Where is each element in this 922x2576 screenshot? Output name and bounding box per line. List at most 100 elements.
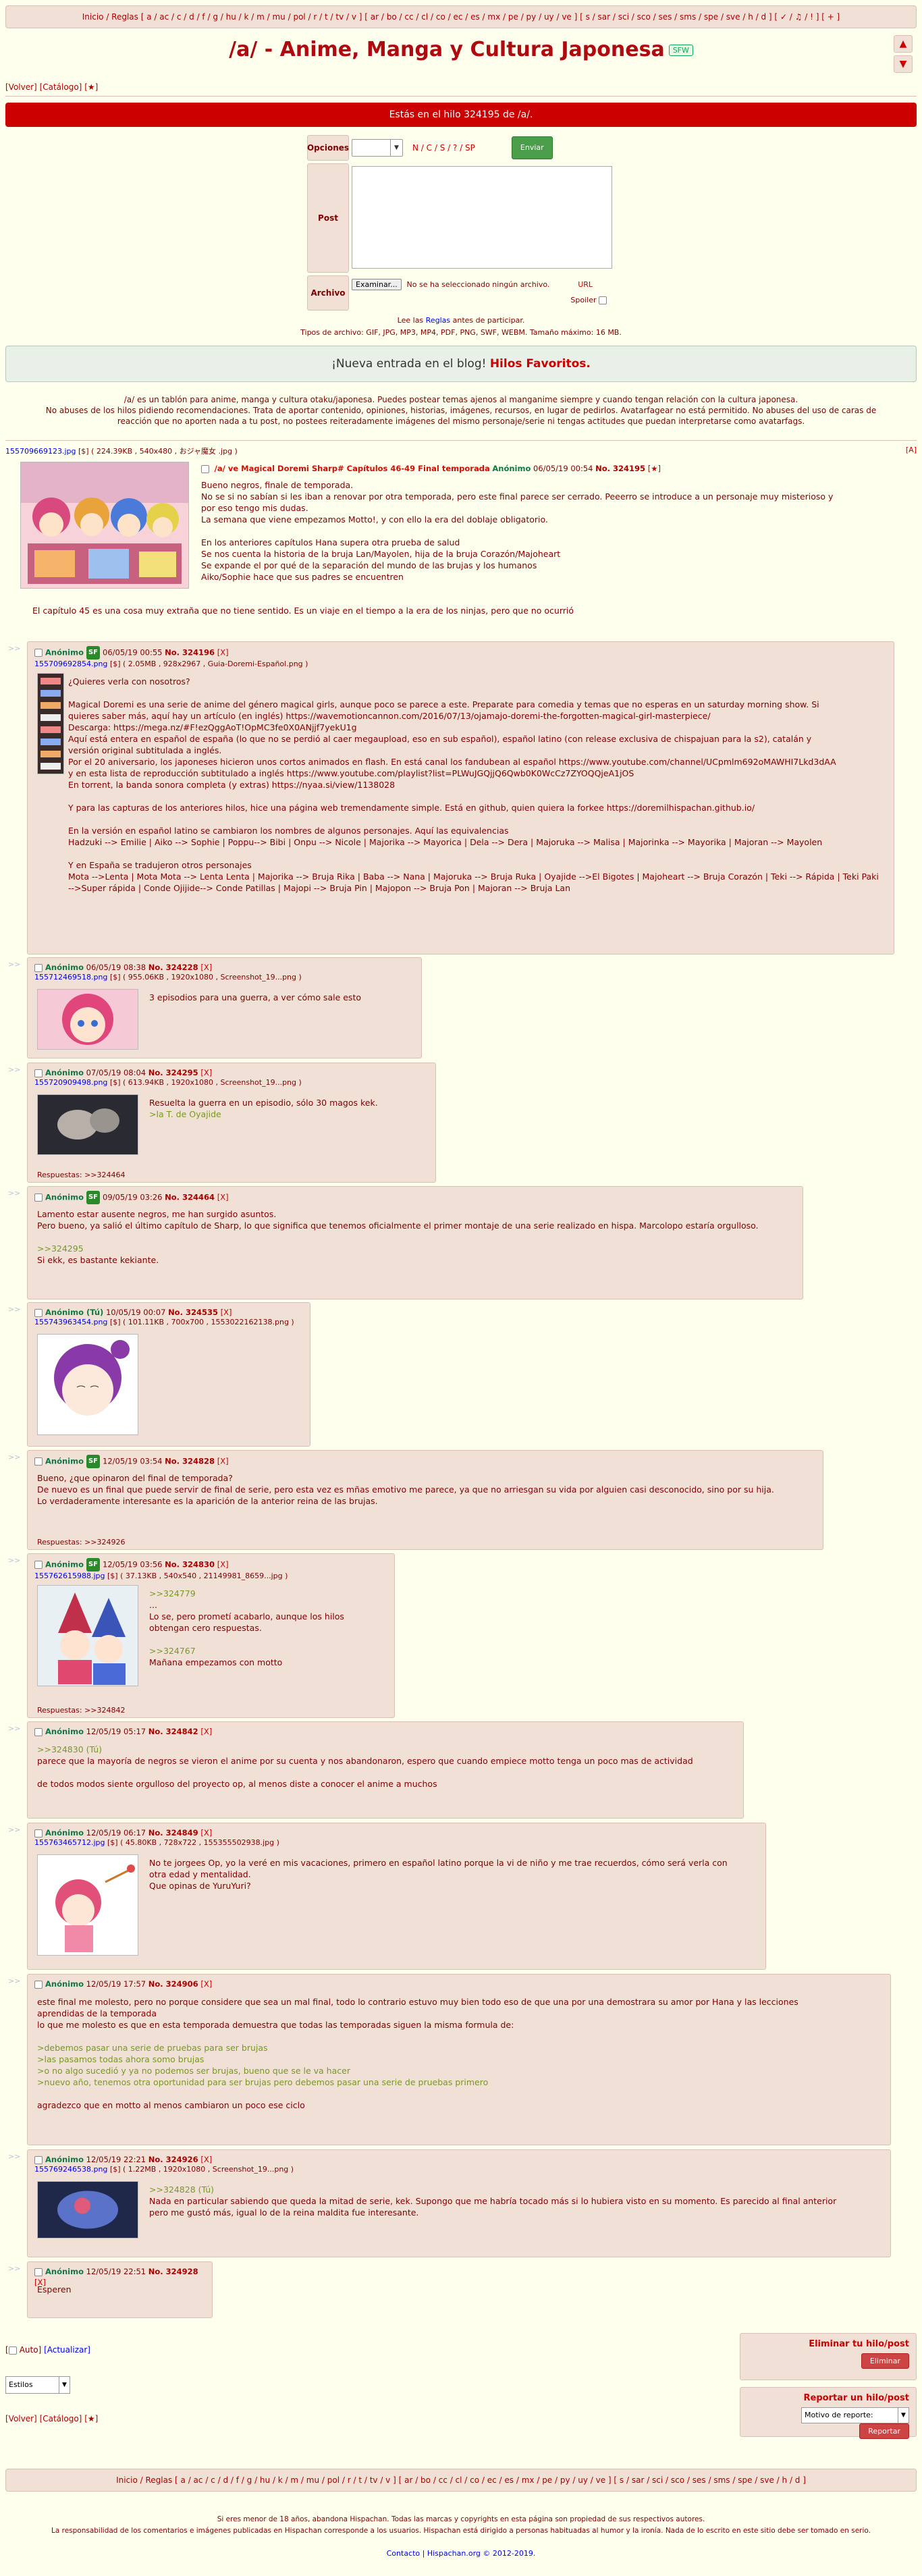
reply-checkbox[interactable] xyxy=(34,1561,43,1569)
reply-checkbox[interactable] xyxy=(34,1727,43,1736)
delete-x[interactable]: [X] xyxy=(221,1308,232,1317)
reply-thumbnail[interactable] xyxy=(37,1585,138,1686)
op-thumbnail[interactable] xyxy=(20,462,189,589)
post-textarea[interactable] xyxy=(352,166,612,269)
reply-number[interactable]: No. 324295 xyxy=(148,1068,198,1077)
reply-file-link[interactable]: 155709692854.png xyxy=(34,660,107,668)
board-links[interactable]: Inicio / Reglas [ a / ac / c / d / f / g… xyxy=(82,12,840,22)
reply-thumbnail[interactable] xyxy=(37,1854,138,1956)
quote-line[interactable]: >>324779 xyxy=(149,1588,387,1599)
reply-checkbox[interactable] xyxy=(34,1829,43,1837)
contact-link[interactable]: Contacto | Hispachan.org © 2012-2019. xyxy=(387,2549,536,2558)
reply-file-link[interactable]: 155762615988.jpg xyxy=(34,1572,105,1580)
opciones-label: Opciones xyxy=(307,135,349,161)
reply-number[interactable]: No. 324849 xyxy=(148,1828,198,1837)
op-number[interactable]: No. 324195 xyxy=(595,464,645,473)
reply-number[interactable]: No. 324906 xyxy=(148,1979,198,1989)
quote-line[interactable]: >la T. de Oyajide xyxy=(149,1108,429,1120)
quote-line[interactable]: >nuevo año, tenemos otra oportunidad par… xyxy=(37,2076,884,2088)
reply-checkbox[interactable] xyxy=(34,1069,43,1077)
body-line: quieres saber más, aquí hay un artículo … xyxy=(68,711,711,721)
actualizar-link[interactable]: [Actualizar] xyxy=(44,2345,90,2355)
reply-number[interactable]: No. 324196 xyxy=(165,648,215,658)
reply-number[interactable]: No. 324535 xyxy=(168,1308,218,1317)
op-checkbox[interactable] xyxy=(201,464,209,473)
star-link[interactable]: [★] xyxy=(84,82,98,92)
reply-thumbnail[interactable] xyxy=(37,673,64,774)
op-star[interactable]: [★] xyxy=(648,464,661,473)
delete-x[interactable]: [X] xyxy=(200,1727,212,1736)
report-button[interactable]: Reportar xyxy=(859,2423,909,2439)
op-file-link[interactable]: 155709669123.jpg xyxy=(5,447,76,456)
reply-file-link[interactable]: 155769246538.png xyxy=(34,2165,107,2174)
delete-x[interactable]: [X] xyxy=(200,1068,212,1077)
quote-line[interactable]: >o no algo sucedió y ya no podemos ser b… xyxy=(37,2065,884,2076)
quote-line[interactable]: >debemos pasar una serie de pruebas para… xyxy=(37,2042,884,2054)
reply-thumbnail[interactable] xyxy=(37,1334,138,1435)
delete-x[interactable]: [X] xyxy=(200,1828,212,1837)
reply-checkbox[interactable] xyxy=(34,1308,43,1317)
delete-x[interactable]: [X] xyxy=(217,1560,229,1569)
rules-link[interactable]: Reglas xyxy=(426,316,450,325)
volver-link-bottom[interactable]: [Volver] xyxy=(5,2414,37,2423)
delete-x[interactable]: [X] xyxy=(217,1457,229,1466)
options-select[interactable]: ▼ xyxy=(352,139,403,157)
body-line: de todos modos siente orgulloso del proy… xyxy=(37,1779,437,1789)
volver-link[interactable]: [Volver] xyxy=(5,82,37,92)
catalogo-link-bottom[interactable]: [Catálogo] xyxy=(40,2414,82,2423)
avatar-badge: SF xyxy=(86,1191,101,1204)
delete-button[interactable]: Eliminar xyxy=(861,2353,909,2369)
footer-board-links[interactable]: Inicio / Reglas [ a / ac / c / d / f / g… xyxy=(116,2475,806,2485)
send-button[interactable]: Enviar xyxy=(511,136,553,159)
catalogo-link[interactable]: [Catálogo] xyxy=(40,82,82,92)
estilos-select[interactable]: Estilos ▼ xyxy=(5,2376,70,2394)
reply-number[interactable]: No. 324842 xyxy=(148,1727,198,1736)
reply-checkbox[interactable] xyxy=(34,2268,43,2276)
reply-number[interactable]: No. 324828 xyxy=(165,1457,215,1466)
reply-number[interactable]: No. 324926 xyxy=(148,2155,198,2164)
reply-file-link[interactable]: 155743963454.png xyxy=(34,1318,107,1326)
delete-x[interactable]: [X] xyxy=(217,1193,229,1202)
replies-links[interactable]: Respuestas: >>324464 xyxy=(37,1171,126,1179)
delete-x[interactable]: [X] xyxy=(217,648,229,658)
reply-file-link[interactable]: 155712469518.png xyxy=(34,973,107,982)
auto-checkbox[interactable] xyxy=(8,2346,17,2355)
reply-checkbox[interactable] xyxy=(34,1193,43,1202)
blog-link[interactable]: Hilos Favoritos. xyxy=(490,357,591,371)
body-line xyxy=(149,1634,387,1645)
replies-links[interactable]: Respuestas: >>324926 xyxy=(37,1538,126,1547)
quote-line[interactable]: >las pasamos todas ahora somo brujas xyxy=(37,2054,884,2065)
reply-number[interactable]: No. 324830 xyxy=(165,1560,215,1569)
quote-line[interactable]: >>324830 (Tú) xyxy=(37,1744,736,1755)
quote-line[interactable]: >>324828 (Tú) xyxy=(149,2184,884,2195)
url-link[interactable]: URL xyxy=(578,280,593,289)
reply-checkbox[interactable] xyxy=(34,1457,43,1466)
replies-links[interactable]: Respuestas: >>324842 xyxy=(37,1706,126,1715)
reply-checkbox[interactable] xyxy=(34,1980,43,1989)
reply-checkbox[interactable] xyxy=(34,2155,43,2164)
reply-number[interactable]: No. 324928 xyxy=(148,2267,198,2276)
quote-line[interactable]: >>324295 xyxy=(37,1243,796,1254)
reply-thumbnail[interactable] xyxy=(37,1094,138,1155)
reply-file-link[interactable]: 155720909498.png xyxy=(34,1078,107,1087)
delete-x[interactable]: [X] xyxy=(200,963,212,972)
reply-thumbnail[interactable] xyxy=(37,2181,138,2238)
reply-number[interactable]: No. 324228 xyxy=(148,963,198,972)
op-fileinfo: 155709669123.jpg [$] ( 224.39KB , 540x48… xyxy=(5,446,917,459)
reply-body: 3 episodios para una guerra, a ver cómo … xyxy=(149,992,414,1003)
examinar-button[interactable]: Examinar... xyxy=(352,279,402,290)
reply-file-link[interactable]: 155763465712.jpg xyxy=(34,1838,105,1847)
delete-x[interactable]: [X] xyxy=(200,2155,212,2164)
report-reason-select[interactable]: Motivo de reporte: ▼ xyxy=(801,2407,909,2423)
flag-options[interactable]: N / C / S / ? / SP xyxy=(412,143,475,153)
reply-checkbox[interactable] xyxy=(34,649,43,657)
reply-checkbox[interactable] xyxy=(34,963,43,972)
op-mark[interactable]: [A] xyxy=(906,446,917,454)
star-link-bottom[interactable]: [★] xyxy=(84,2414,98,2423)
reply-body: No te jorgees Op, yo la veré en mis vaca… xyxy=(149,1857,759,1891)
spoiler-checkbox[interactable] xyxy=(599,296,607,304)
delete-x[interactable]: [X] xyxy=(200,1979,212,1989)
reply-thumbnail[interactable] xyxy=(37,989,138,1050)
reply-number[interactable]: No. 324464 xyxy=(165,1193,215,1202)
quote-line[interactable]: >>324767 xyxy=(149,1645,387,1657)
